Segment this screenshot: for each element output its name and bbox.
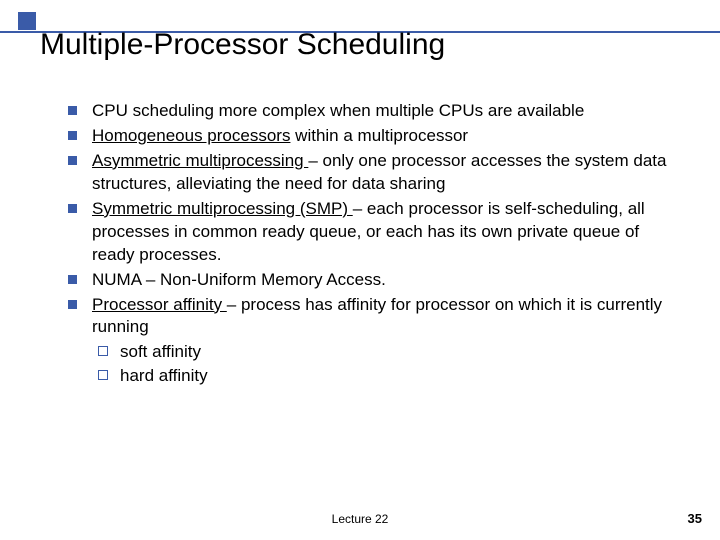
footer-lecture: Lecture 22 xyxy=(0,512,720,526)
bullet-item: Homogeneous processors within a multipro… xyxy=(64,125,674,148)
sub-bullet-list: soft affinity hard affinity xyxy=(92,341,674,388)
slide-title: Multiple-Processor Scheduling xyxy=(40,28,445,62)
bullet-item: Processor affinity – process has affinit… xyxy=(64,294,674,389)
bullet-underline: Symmetric multiprocessing (SMP) xyxy=(92,199,353,218)
bullet-item: CPU scheduling more complex when multipl… xyxy=(64,100,674,123)
slide-content: CPU scheduling more complex when multipl… xyxy=(64,100,674,390)
sub-bullet-text: hard affinity xyxy=(120,366,208,385)
bullet-item: NUMA – Non-Uniform Memory Access. xyxy=(64,269,674,292)
slide: Multiple-Processor Scheduling CPU schedu… xyxy=(0,0,720,540)
bullet-text: CPU scheduling more complex when multipl… xyxy=(92,101,584,120)
bullet-item: Symmetric multiprocessing (SMP) – each p… xyxy=(64,198,674,267)
bullet-text: NUMA – Non-Uniform Memory Access. xyxy=(92,270,386,289)
bullet-underline: Homogeneous processors xyxy=(92,126,290,145)
bullet-underline: Asymmetric multiprocessing xyxy=(92,151,308,170)
bullet-underline: Processor affinity xyxy=(92,295,227,314)
bullet-text: within a multiprocessor xyxy=(290,126,468,145)
sub-bullet-item: soft affinity xyxy=(92,341,674,364)
bullet-item: Asymmetric multiprocessing – only one pr… xyxy=(64,150,674,196)
footer-page-number: 35 xyxy=(688,511,702,526)
sub-bullet-text: soft affinity xyxy=(120,342,201,361)
accent-square xyxy=(18,12,36,30)
sub-bullet-item: hard affinity xyxy=(92,365,674,388)
bullet-list: CPU scheduling more complex when multipl… xyxy=(64,100,674,388)
